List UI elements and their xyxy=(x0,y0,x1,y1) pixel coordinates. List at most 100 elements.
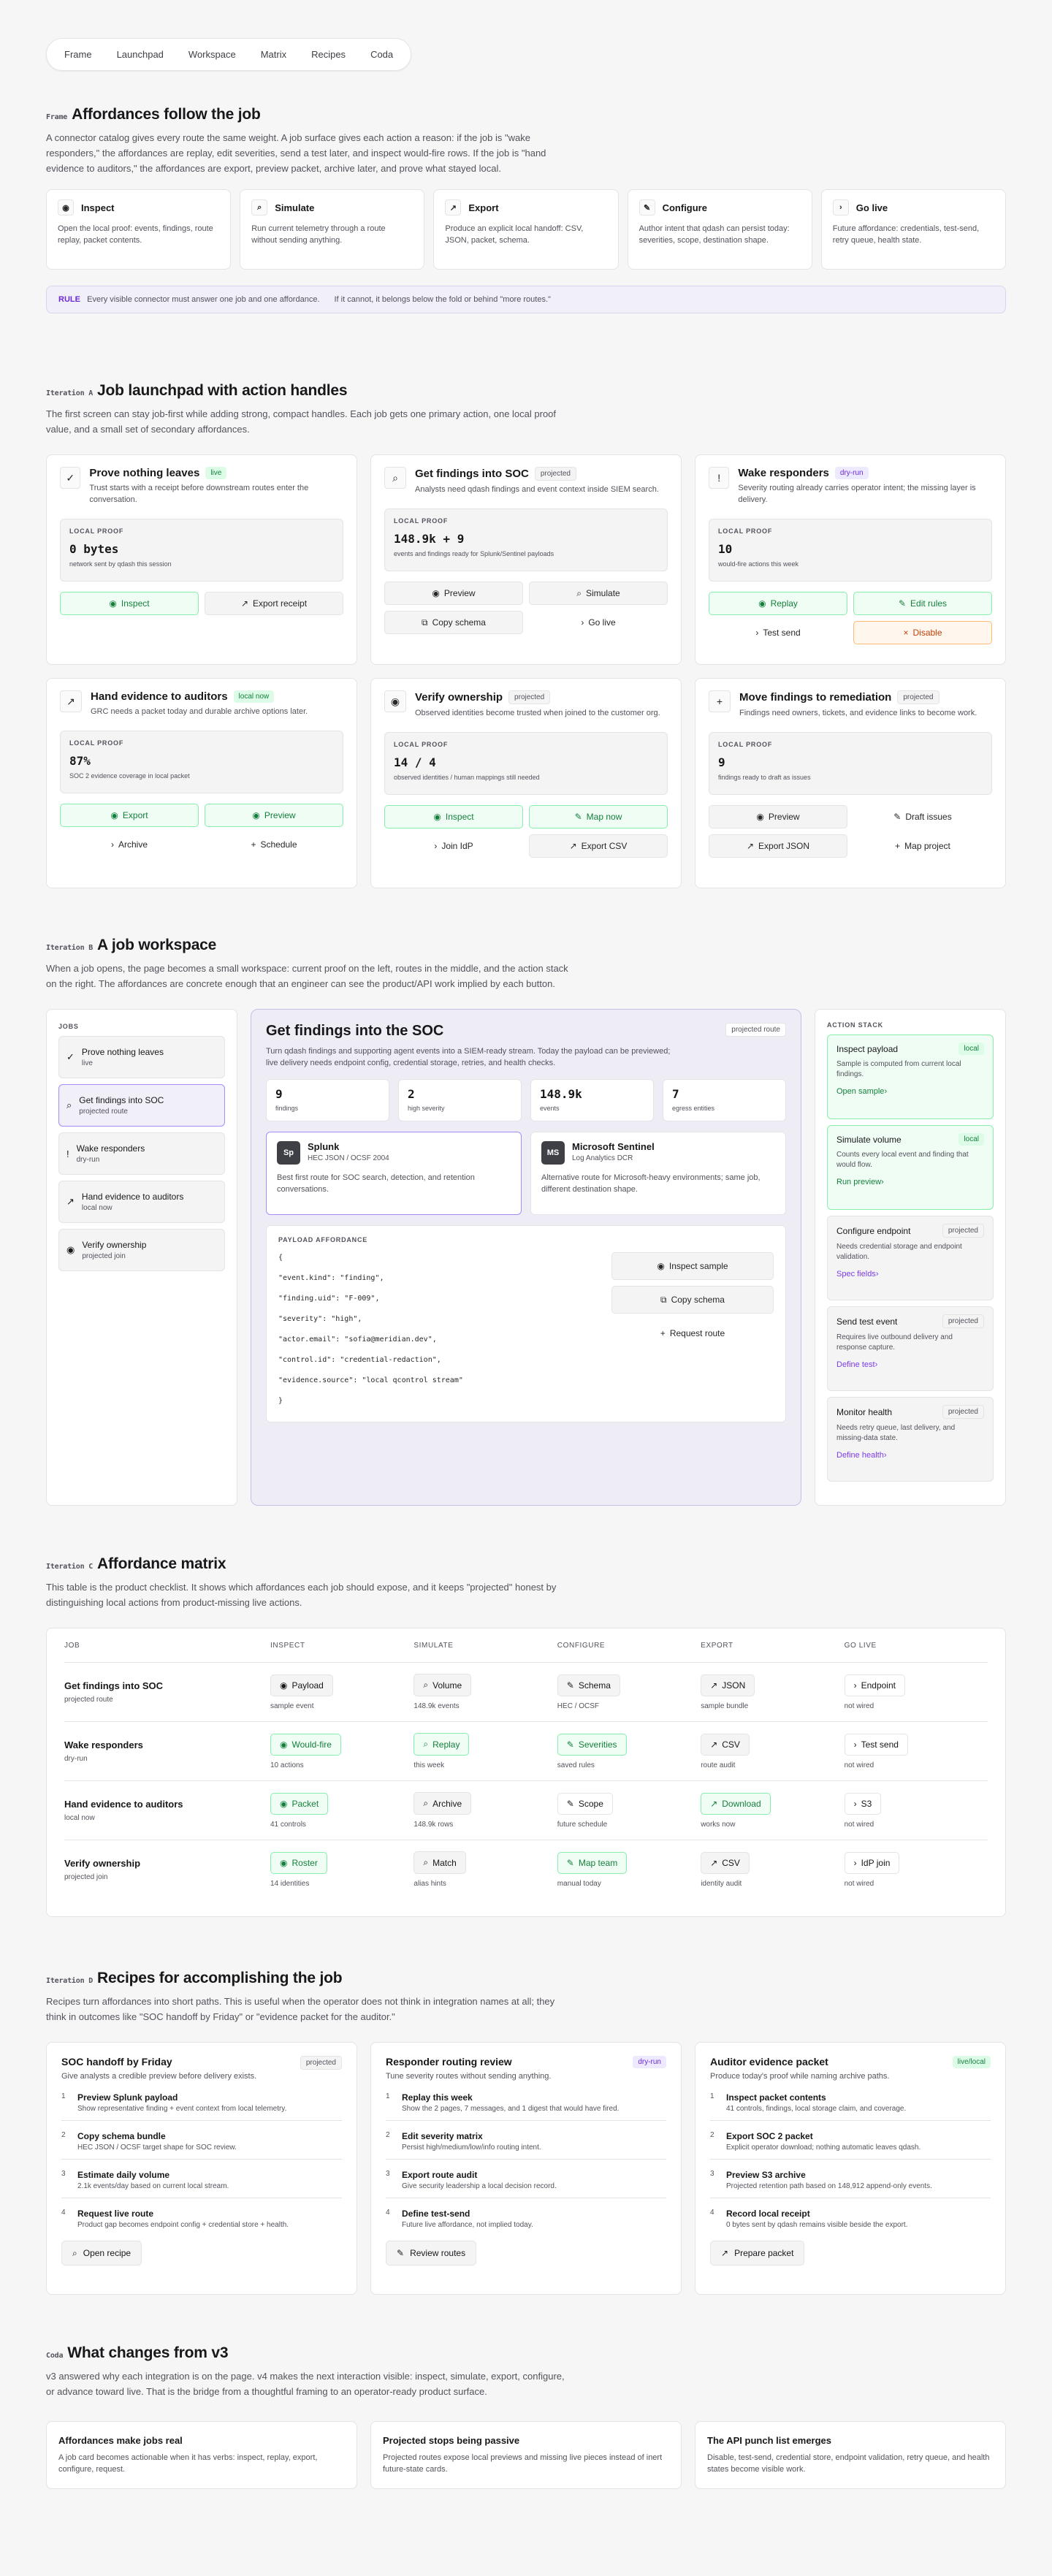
affordance-chip[interactable]: › S3 xyxy=(844,1792,882,1815)
test-send-button[interactable]: › Test send xyxy=(709,621,847,644)
disable-button[interactable]: × Disable xyxy=(853,621,992,644)
affordance-chip[interactable]: › Test send xyxy=(844,1733,908,1756)
affordance-chip[interactable]: ⌕ Replay xyxy=(413,1733,470,1756)
action-link[interactable]: Spec fields› xyxy=(836,1270,984,1279)
eye-icon: ◉ xyxy=(756,812,764,822)
go-live-button[interactable]: › Go live xyxy=(529,611,668,634)
stack-label: ACTION STACK xyxy=(827,1021,883,1029)
chip-note: manual today xyxy=(557,1879,601,1888)
nav-link-coda[interactable]: Coda xyxy=(359,44,404,65)
replay-button[interactable]: ◉ Replay xyxy=(709,592,847,615)
route-card[interactable]: Sp Splunk HEC JSON / OCSF 2004 Best first r… xyxy=(266,1132,522,1215)
local-proof-caption: observed identities / human mappings sti… xyxy=(394,774,540,781)
export-button[interactable]: ◉ Export xyxy=(60,804,199,827)
affordance-chip[interactable]: ✎ Map team xyxy=(557,1851,628,1874)
inspect-button[interactable]: ◉ Inspect xyxy=(60,592,199,615)
review-routes-button[interactable]: ✎ Review routes xyxy=(386,2241,477,2266)
local-proof-value: 10 xyxy=(718,542,733,556)
request-route-button[interactable]: + Request route xyxy=(611,1319,774,1347)
step-desc: Give security leadership a local decisio… xyxy=(402,2182,557,2190)
copy-schema-button[interactable]: ⧉ Copy schema xyxy=(611,1286,774,1314)
inspect-button[interactable]: ◉ Inspect xyxy=(384,805,523,828)
edit-rules-button[interactable]: ✎ Edit rules xyxy=(853,592,992,615)
job-name: Prove nothing leaves xyxy=(81,1047,164,1057)
join-idp-button[interactable]: › Join IdP xyxy=(384,834,523,858)
prepare-packet-button[interactable]: ↗ Prepare packet xyxy=(710,2241,805,2266)
job-list-item[interactable]: ✓ Prove nothing leaves live xyxy=(58,1036,225,1078)
pencil-icon: ✎ xyxy=(893,812,902,822)
local-proof: LOCAL PROOF 14 / 4 observed identities / h… xyxy=(384,732,668,795)
button-label: Disable xyxy=(912,628,942,638)
export-receipt-button[interactable]: ↗ Export receipt xyxy=(205,592,343,615)
plus-icon: + xyxy=(251,839,256,850)
action-desc: Requires live outbound delivery and resp… xyxy=(836,1333,953,1352)
affordance-chip[interactable]: ✎ Scope xyxy=(557,1792,613,1815)
table-row: Hand evidence to auditors local now ◉ Packe… xyxy=(64,1780,988,1840)
job-list-item[interactable]: ⌕ Get findings into SOC projected route xyxy=(58,1084,225,1127)
affordance-chip[interactable]: › Endpoint xyxy=(844,1674,905,1696)
affordance-chip[interactable]: ↗ JSON xyxy=(701,1674,755,1696)
payload-label: PAYLOAD AFFORDANCE xyxy=(278,1236,368,1243)
nav-link-matrix[interactable]: Matrix xyxy=(250,44,297,65)
action-link[interactable]: Open sample› xyxy=(836,1087,984,1096)
archive-button[interactable]: › Archive xyxy=(60,833,199,856)
frame-title: Affordances follow the job xyxy=(72,106,261,123)
affordance-chip[interactable]: ◉ Roster xyxy=(270,1851,327,1874)
recipes-title: Recipes for accomplishing the job xyxy=(97,1970,343,1986)
nav-link-workspace[interactable]: Workspace xyxy=(178,44,247,65)
job-card: ! Wake responders dry-run Severity routing … xyxy=(695,454,1006,665)
simulate-button[interactable]: ⌕ Simulate xyxy=(529,582,668,605)
chip-label: Replay xyxy=(432,1739,460,1750)
chip-label: Packet xyxy=(291,1798,319,1809)
job-list-item[interactable]: ◉ Verify ownership projected join xyxy=(58,1229,225,1271)
button-label: Schedule xyxy=(260,839,297,850)
affordance-chip[interactable]: ↗ CSV xyxy=(701,1851,750,1874)
nav-link-frame[interactable]: Frame xyxy=(53,44,103,65)
recipe-step: 1 Inspect packet contents 41 controls, fin… xyxy=(710,2092,991,2121)
export-csv-button[interactable]: ↗ Export CSV xyxy=(529,834,668,858)
button-label: Export receipt xyxy=(253,598,308,609)
map-now-button[interactable]: ✎ Map now xyxy=(529,805,668,828)
affordance-chip[interactable]: ✎ Severities xyxy=(557,1733,627,1756)
job-list-item[interactable]: ! Wake responders dry-run xyxy=(58,1132,225,1175)
nav-link-recipes[interactable]: Recipes xyxy=(300,44,357,65)
coda-card-title: Affordances make jobs real xyxy=(58,2435,183,2446)
preview-button[interactable]: ◉ Preview xyxy=(384,582,523,605)
affordance-cards: ◉ Inspect Open the local proof: events, fi… xyxy=(46,189,1006,270)
chip-label: IdP join xyxy=(861,1857,891,1868)
affordance-chip[interactable]: › IdP join xyxy=(844,1851,900,1874)
affordance-chip[interactable]: ◉ Payload xyxy=(270,1674,333,1696)
code-line: "control.id": "credential-redaction", xyxy=(278,1356,441,1364)
status-badge: projected xyxy=(942,1314,984,1328)
affordance-chip[interactable]: ↗ CSV xyxy=(701,1733,750,1756)
action-link[interactable]: Define health› xyxy=(836,1451,984,1460)
chip-note: route audit xyxy=(701,1761,736,1769)
step-title: Export SOC 2 packet xyxy=(726,2131,813,2141)
job-list-item[interactable]: ↗ Hand evidence to auditors local now xyxy=(58,1181,225,1223)
arrow-up-right-icon: ↗ xyxy=(710,1798,718,1809)
step-desc: 0 bytes sent by qdash remains visible be… xyxy=(726,2221,908,2229)
copy-schema-button[interactable]: ⧉ Copy schema xyxy=(384,611,523,634)
affordance-chip[interactable]: ⌕ Archive xyxy=(413,1792,472,1815)
map-project-button[interactable]: + Map project xyxy=(853,834,992,858)
affordance-chip[interactable]: ⌕ Match xyxy=(413,1851,466,1874)
arrow-up-right-icon: ↗ xyxy=(66,1196,75,1207)
recipe-card: Responder routing review Tune severity ro… xyxy=(370,2042,682,2295)
action-link[interactable]: Run preview› xyxy=(836,1178,984,1186)
schedule-button[interactable]: + Schedule xyxy=(205,833,343,856)
preview-button[interactable]: ◉ Preview xyxy=(709,805,847,828)
inspect-sample-button[interactable]: ◉ Inspect sample xyxy=(611,1252,774,1280)
open-recipe-button[interactable]: ⌕ Open recipe xyxy=(61,2241,142,2266)
step-number: 2 xyxy=(61,2131,66,2139)
nav-link-launchpad[interactable]: Launchpad xyxy=(106,44,175,65)
route-card[interactable]: MS Microsoft Sentinel Log Analytics DCR Alt… xyxy=(530,1132,786,1215)
affordance-chip[interactable]: ◉ Packet xyxy=(270,1792,329,1815)
export-json-button[interactable]: ↗ Export JSON xyxy=(709,834,847,858)
affordance-chip[interactable]: ⌕ Volume xyxy=(413,1674,472,1696)
action-link[interactable]: Define test› xyxy=(836,1360,984,1369)
affordance-chip[interactable]: ↗ Download xyxy=(701,1792,771,1815)
affordance-chip[interactable]: ◉ Would-fire xyxy=(270,1733,341,1756)
draft-issues-button[interactable]: ✎ Draft issues xyxy=(853,805,992,828)
affordance-chip[interactable]: ✎ Schema xyxy=(557,1674,620,1696)
preview-button[interactable]: ◉ Preview xyxy=(205,804,343,827)
